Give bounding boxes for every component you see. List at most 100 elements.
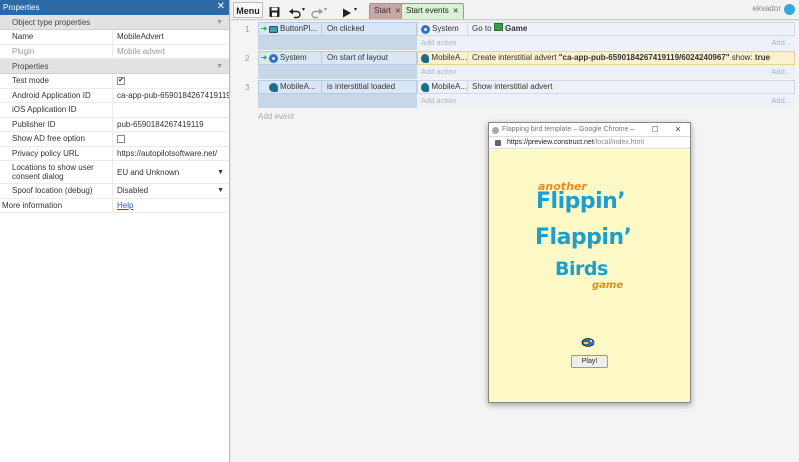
- redo-icon[interactable]: [311, 5, 323, 21]
- add-action-link[interactable]: Add action: [421, 67, 456, 76]
- browser-title-bar[interactable]: Flapping bird template – Google Chrome –…: [489, 123, 690, 137]
- bird-icon: [581, 338, 595, 347]
- undo-icon[interactable]: [289, 5, 301, 21]
- condition[interactable]: MobileA... is interstitial loaded: [258, 80, 417, 94]
- minimize-icon[interactable]: –: [624, 123, 640, 137]
- prop-row-ios-app-id[interactable]: iOS Application ID: [0, 103, 229, 118]
- browser-title: Flapping bird template – Google Chrome: [502, 126, 629, 133]
- action[interactable]: MobileA... Show interstitial advert: [417, 80, 795, 94]
- event-number: 2: [245, 54, 250, 63]
- action-name: Show interstitial advert: [472, 82, 553, 91]
- collapse-triangle-icon[interactable]: ▼: [216, 15, 223, 30]
- play-icon[interactable]: [343, 5, 351, 21]
- tab-close-icon[interactable]: ✕: [453, 8, 459, 15]
- prop-value-plugin: Mobile advert: [112, 44, 229, 58]
- test-mode-checkbox[interactable]: ✔: [117, 76, 125, 85]
- help-link[interactable]: Help: [117, 201, 133, 210]
- event-1[interactable]: 1 ➜ ButtonPl... On clicked System Go to …: [245, 22, 795, 50]
- condition-name: On clicked: [321, 23, 416, 35]
- prop-row-spoof-location[interactable]: Spoof location (debug) Disabled ▼: [0, 184, 229, 199]
- url-path: /local/index.html: [593, 139, 644, 146]
- redo-dropdown-icon[interactable]: ▾: [324, 2, 327, 18]
- prop-name: iOS Application ID: [12, 105, 77, 115]
- spoof-location-select[interactable]: Disabled ▼: [112, 184, 229, 198]
- system-gear-icon: [421, 24, 430, 34]
- system-gear-icon: [269, 53, 278, 63]
- add-more-link[interactable]: Add...: [771, 96, 791, 105]
- android-app-id-field[interactable]: ca-app-pub-6590184267419119~6: [112, 88, 229, 102]
- save-icon[interactable]: [269, 4, 280, 20]
- privacy-url-field[interactable]: https://autopilotsoftware.net/: [112, 146, 229, 160]
- tab-close-icon[interactable]: ✕: [395, 8, 401, 15]
- mobile-advert-icon: [269, 82, 278, 92]
- prop-row-privacy-url[interactable]: Privacy policy URL https://autopilotsoft…: [0, 146, 229, 161]
- section-object-type-properties[interactable]: Object type properties ▼: [0, 15, 229, 30]
- menu-button[interactable]: Menu: [233, 2, 263, 18]
- select-value: Disabled: [117, 186, 149, 196]
- url-host: https://preview.construct.net: [507, 139, 594, 146]
- prop-name: Name: [12, 32, 34, 42]
- close-icon[interactable]: ✕: [670, 123, 686, 137]
- dropdown-arrow-icon[interactable]: ▼: [217, 169, 224, 176]
- condition[interactable]: ➜ System On start of layout: [258, 51, 417, 65]
- add-more-link[interactable]: Add...: [771, 38, 791, 47]
- condition-object: ButtonPl...: [280, 24, 317, 33]
- add-action-link[interactable]: Add action: [421, 96, 456, 105]
- condition-name: is interstitial loaded: [321, 81, 416, 93]
- add-more-link[interactable]: Add...: [771, 67, 791, 76]
- properties-title-bar: Properties ✕: [0, 0, 229, 15]
- action-name: Go to Game: [472, 23, 528, 33]
- action-object: MobileA...: [431, 53, 467, 62]
- prop-name: Locations to show user consent dialog: [12, 163, 94, 181]
- properties-panel: Properties ✕ Object type properties ▼ Na…: [0, 0, 230, 462]
- prop-row-android-app-id[interactable]: Android Application ID ca-app-pub-659018…: [0, 88, 229, 103]
- game-canvas[interactable]: another Flippin’ Flappin’ Birds game Pla…: [489, 150, 690, 402]
- condition[interactable]: ➜ ButtonPl... On clicked: [258, 22, 417, 36]
- event-2[interactable]: 2 ➜ System On start of layout MobileA...…: [245, 51, 795, 79]
- close-icon[interactable]: ✕: [217, 0, 225, 14]
- prop-name: Plugin: [12, 46, 35, 56]
- action-name: Create interstitial advert "ca-app-pub-6…: [472, 53, 771, 62]
- condition-object: System: [280, 53, 307, 62]
- mobile-advert-icon: [421, 53, 430, 63]
- play-button[interactable]: Play!: [571, 355, 608, 368]
- action-object: System: [432, 24, 459, 33]
- section-properties[interactable]: Properties ▼: [0, 59, 229, 74]
- add-event-link[interactable]: Add event: [258, 112, 294, 121]
- prop-row-publisher-id[interactable]: Publisher ID pub-6590184267419119: [0, 117, 229, 132]
- user-avatar-icon[interactable]: [784, 4, 795, 15]
- prop-name: Publisher ID: [12, 119, 56, 129]
- publisher-id-field[interactable]: pub-6590184267419119: [112, 117, 229, 131]
- prop-row-test-mode[interactable]: Test mode ✔: [0, 74, 229, 89]
- action[interactable]: System Go to Game: [417, 22, 795, 36]
- undo-dropdown-icon[interactable]: ▾: [302, 2, 305, 18]
- trigger-arrow-icon: ➜: [260, 53, 268, 62]
- lock-icon: [495, 140, 501, 146]
- prop-name: Privacy policy URL: [12, 148, 80, 158]
- event-number: 1: [245, 25, 250, 34]
- action-selected[interactable]: MobileA... Create interstitial advert "c…: [417, 51, 795, 65]
- maximize-icon[interactable]: ☐: [647, 123, 663, 137]
- prop-row-plugin: Plugin Mobile advert: [0, 44, 229, 59]
- play-dropdown-icon[interactable]: ▾: [354, 2, 357, 18]
- prop-value-name[interactable]: MobileAdvert: [112, 30, 229, 44]
- browser-preview-window[interactable]: Flapping bird template – Google Chrome –…: [488, 122, 691, 403]
- event-3[interactable]: 3 MobileA... is interstitial loaded Mobi…: [245, 80, 795, 108]
- title-flappin: Flappin’: [535, 225, 632, 250]
- prop-name: More information: [2, 200, 63, 210]
- prop-row-consent-locations[interactable]: Locations to show user consent dialog EU…: [0, 161, 229, 184]
- ios-app-id-field[interactable]: [112, 103, 229, 117]
- add-action-link[interactable]: Add action: [421, 38, 456, 47]
- consent-locations-select[interactable]: EU and Unknown ▼: [112, 161, 229, 183]
- select-value: EU and Unknown: [117, 167, 180, 177]
- collapse-triangle-icon[interactable]: ▼: [216, 59, 223, 74]
- tab-start-events[interactable]: Start events ✕: [401, 3, 464, 19]
- address-bar[interactable]: https://preview.construct.net/local/inde…: [489, 137, 690, 149]
- prop-row-show-ad-free[interactable]: Show AD free option: [0, 132, 229, 147]
- show-ad-free-checkbox[interactable]: [117, 134, 125, 143]
- title-birds: Birds: [555, 258, 608, 280]
- dropdown-arrow-icon[interactable]: ▼: [217, 187, 224, 194]
- prop-row-name[interactable]: Name MobileAdvert: [0, 30, 229, 45]
- username[interactable]: ekvador: [753, 4, 781, 13]
- trigger-arrow-icon: ➜: [260, 24, 268, 33]
